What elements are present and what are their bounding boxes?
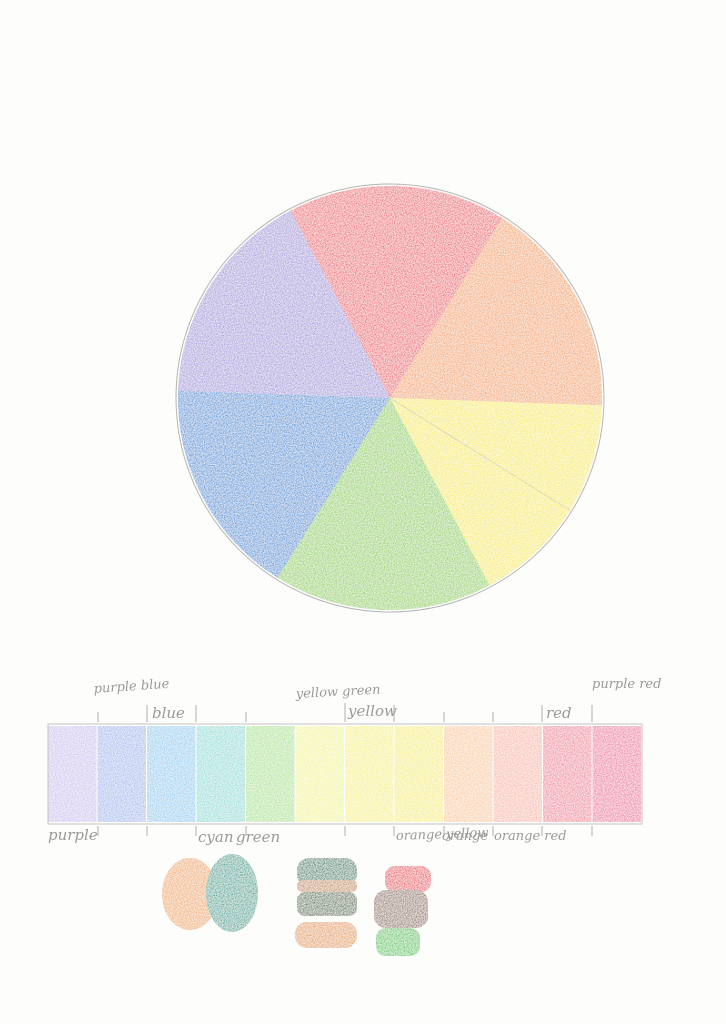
swatch-mix3-top bbox=[385, 866, 431, 892]
label-blue: blue bbox=[152, 704, 185, 722]
label-yellow: yellow bbox=[347, 702, 397, 720]
swatch-mix3-bottom bbox=[376, 928, 420, 956]
strip-cell bbox=[97, 726, 146, 822]
label-green: green bbox=[236, 828, 280, 846]
swatch-mix-3 bbox=[374, 866, 431, 956]
strip-cell bbox=[48, 726, 97, 822]
strip-cell bbox=[246, 726, 295, 822]
label-orange: orange bbox=[442, 829, 488, 844]
label-purple-blue: purple blue bbox=[93, 677, 170, 697]
label-purple: purple bbox=[48, 826, 98, 844]
label-red: red bbox=[546, 704, 572, 722]
strip-cell bbox=[295, 726, 344, 822]
strip-cell bbox=[345, 726, 394, 822]
strip-cell bbox=[444, 726, 493, 822]
strip-cell bbox=[147, 726, 196, 822]
paper-background: purple blue blue yellow green yellow red… bbox=[0, 0, 726, 1024]
label-yellow-green: yellow green bbox=[294, 683, 380, 702]
strip-cell bbox=[394, 726, 443, 822]
strip-cell bbox=[543, 726, 592, 822]
label-cyan: cyan bbox=[198, 828, 233, 846]
swatch-mix2-dark bbox=[297, 892, 357, 916]
label-purple-red: purple red bbox=[592, 677, 661, 692]
color-wheel-drawing: purple blue blue yellow green yellow red… bbox=[47, 183, 661, 956]
swatch-mix2-bottom bbox=[295, 922, 357, 948]
strip-cell bbox=[493, 726, 542, 822]
label-orange-red: orange red bbox=[494, 829, 567, 844]
swatch-mix-1 bbox=[162, 854, 258, 932]
color-wheel bbox=[177, 186, 603, 610]
swatch-mix-2 bbox=[295, 858, 357, 948]
strip-cell bbox=[592, 726, 641, 822]
strip-cell bbox=[196, 726, 245, 822]
swatch-mix2-band bbox=[297, 880, 357, 892]
color-strip bbox=[48, 726, 641, 822]
swatch-mix1-right bbox=[206, 854, 258, 932]
swatch-mix3-mid bbox=[374, 890, 428, 928]
